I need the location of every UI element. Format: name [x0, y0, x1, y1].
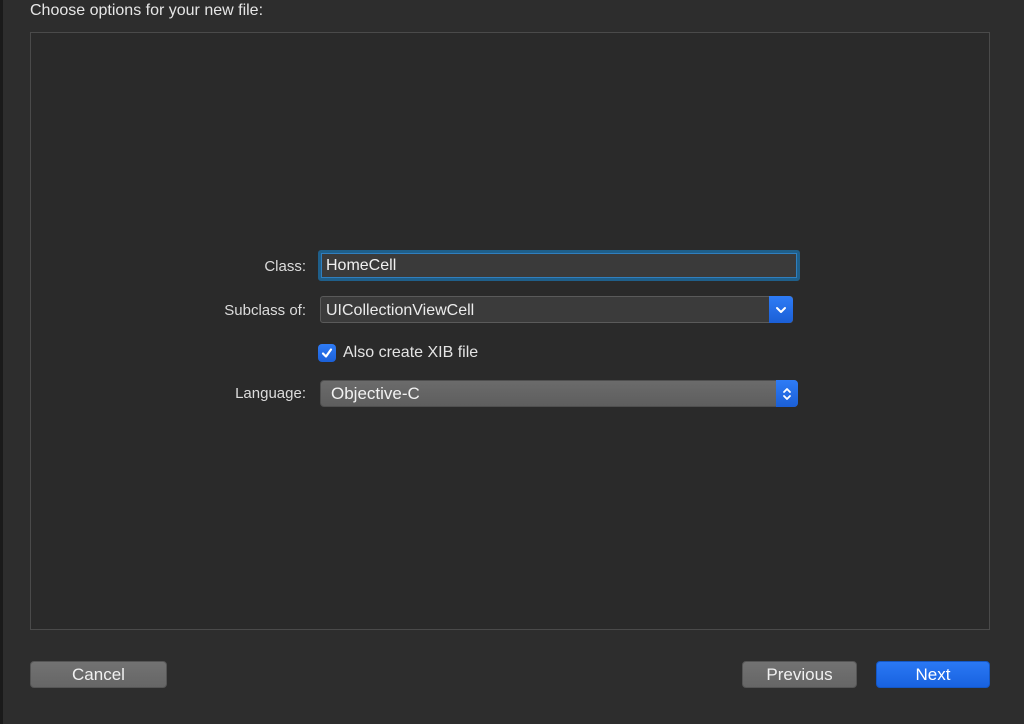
class-name-input[interactable]	[318, 250, 800, 281]
previous-button[interactable]: Previous	[742, 661, 857, 688]
updown-chevrons-icon[interactable]	[776, 380, 798, 407]
xib-checkbox-label[interactable]: Also create XIB file	[343, 344, 478, 362]
subclass-combobox[interactable]: UICollectionViewCell	[320, 296, 793, 323]
next-button[interactable]: Next	[876, 661, 990, 688]
subclass-label: Subclass of:	[224, 302, 306, 319]
language-label: Language:	[235, 385, 306, 402]
options-panel	[30, 32, 990, 630]
xib-checkbox[interactable]	[318, 344, 336, 362]
subclass-value[interactable]: UICollectionViewCell	[326, 297, 474, 324]
xib-checkbox-row[interactable]: Also create XIB file	[318, 343, 478, 363]
dialog-title: Choose options for your new file:	[30, 2, 264, 19]
class-label: Class:	[264, 258, 306, 275]
window-edge	[0, 0, 3, 724]
language-value[interactable]: Objective-C	[331, 381, 420, 406]
language-popup[interactable]: Objective-C	[320, 380, 798, 407]
new-file-options-dialog: Choose options for your new file: Class:…	[0, 0, 1024, 724]
chevron-down-icon[interactable]	[769, 296, 793, 323]
cancel-button[interactable]: Cancel	[30, 661, 167, 688]
checkmark-icon	[321, 348, 333, 358]
